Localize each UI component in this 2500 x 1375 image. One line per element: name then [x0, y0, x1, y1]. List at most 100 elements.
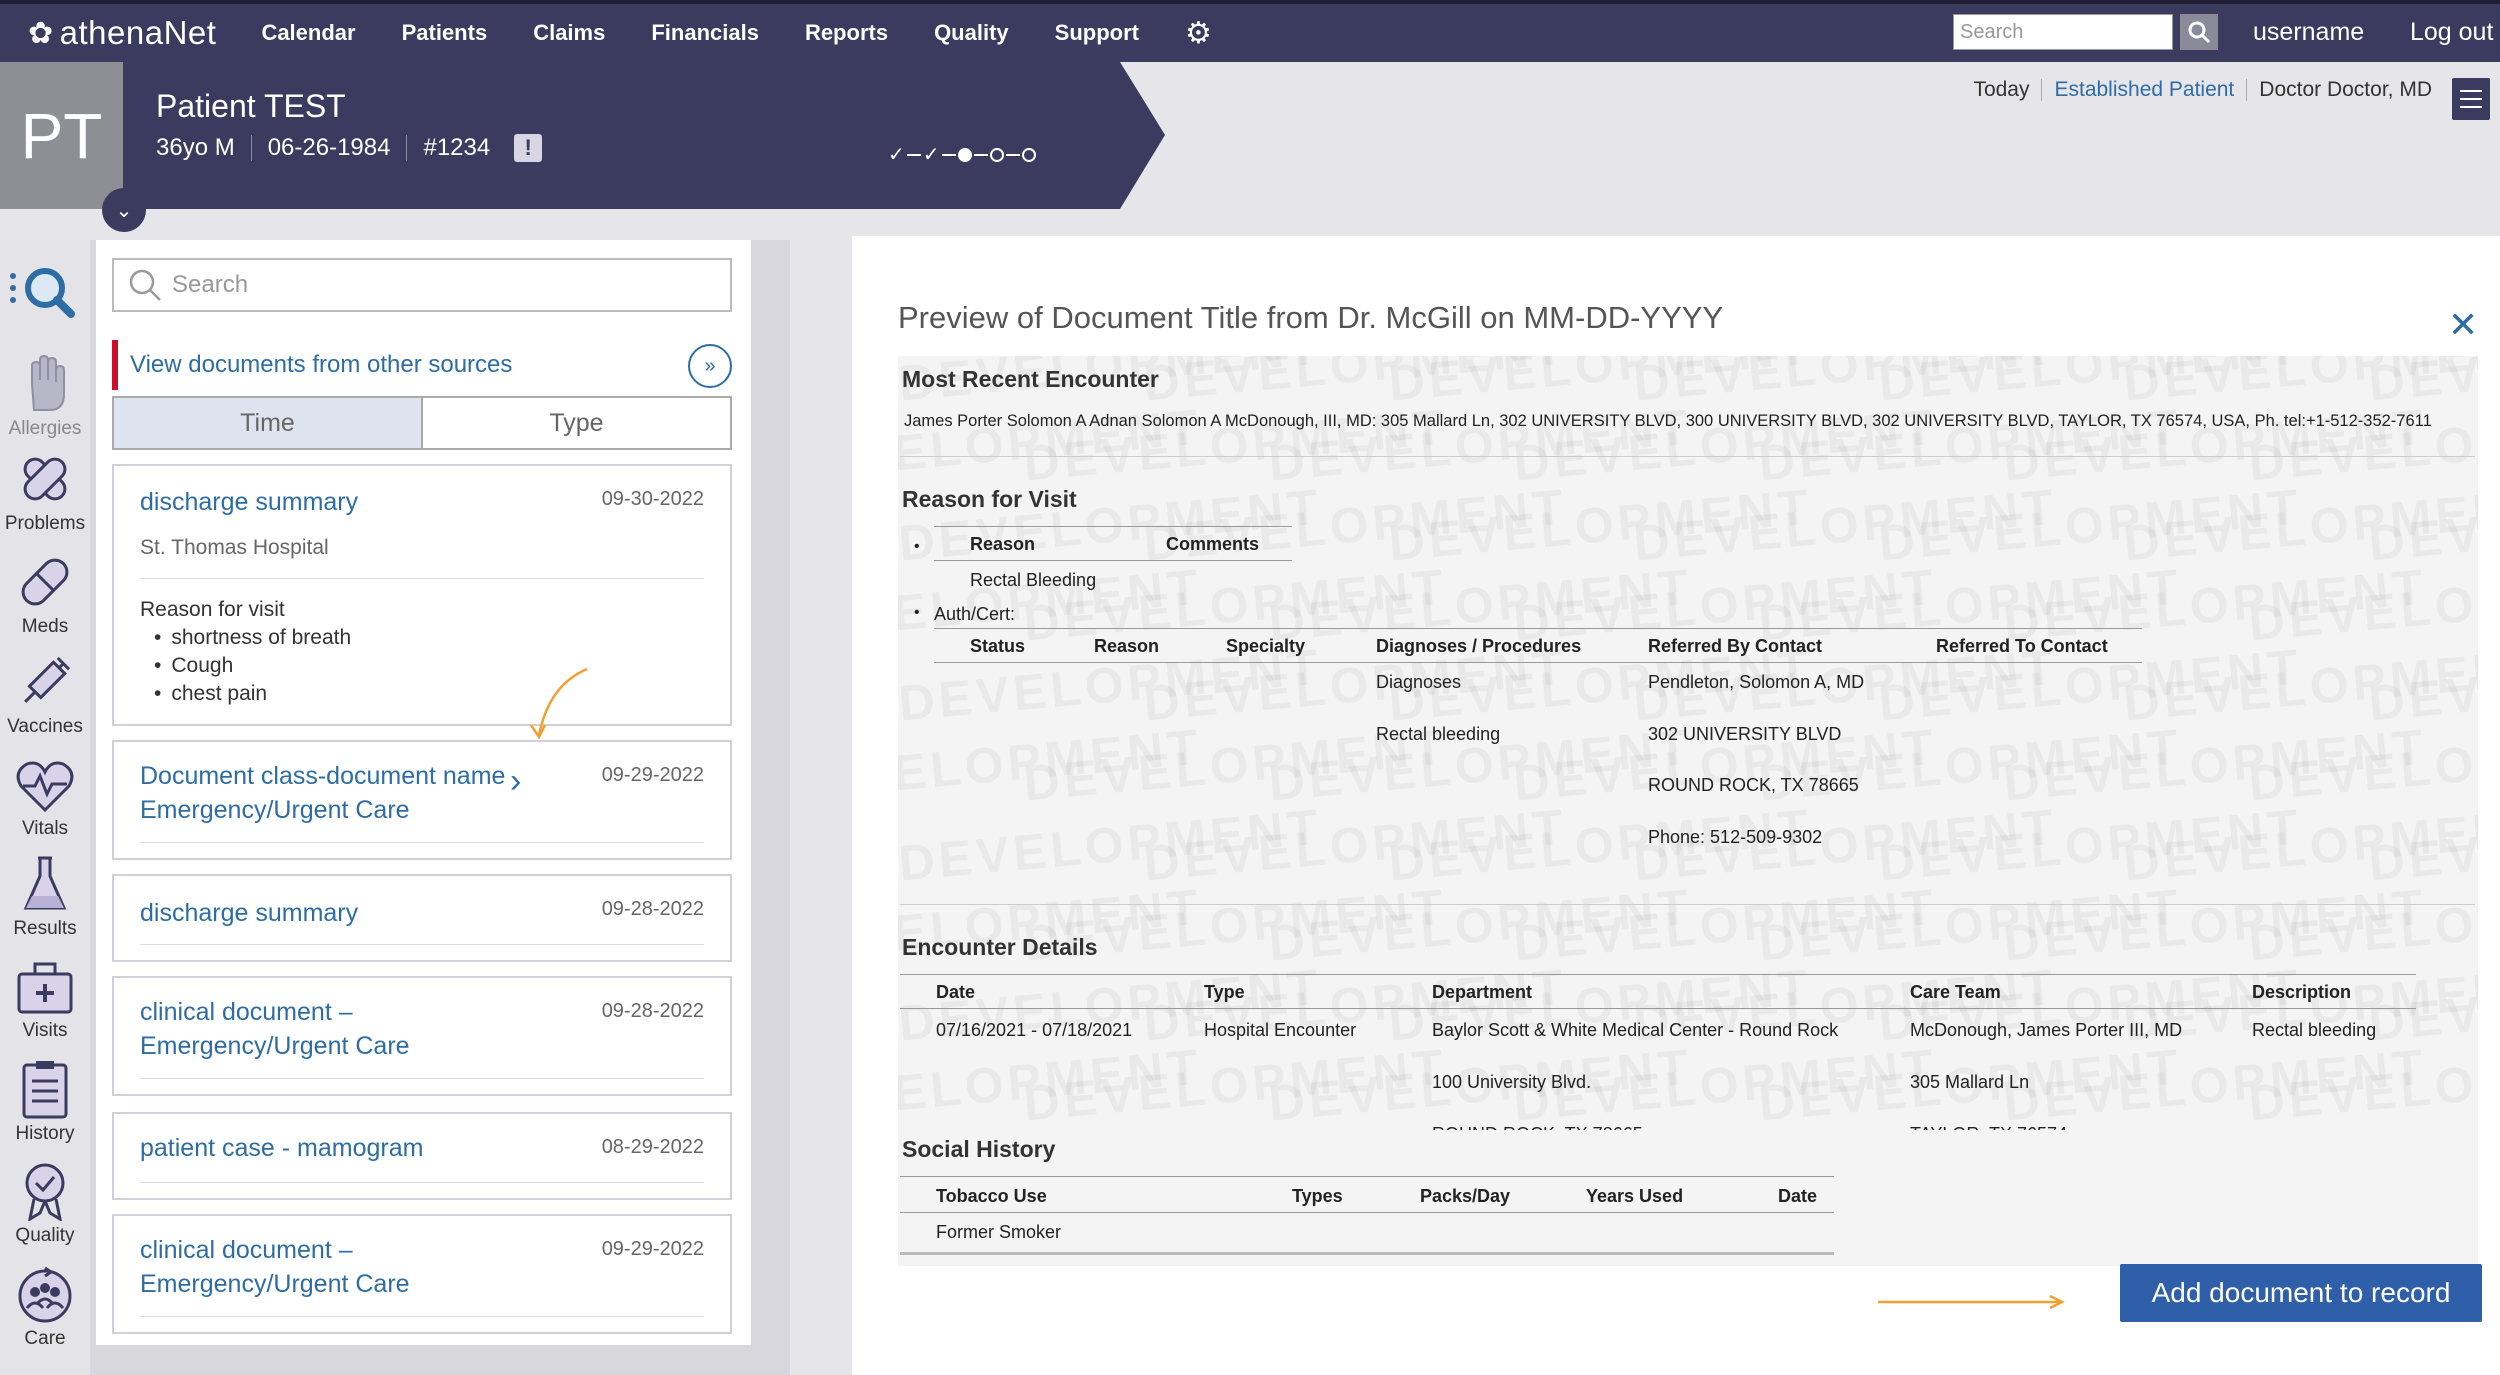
patient-name: Patient TEST	[156, 88, 346, 124]
encounter-type-link[interactable]: Established Patient	[2054, 78, 2234, 102]
bandage-icon	[23, 457, 67, 501]
annotation-arrow-icon	[1878, 1294, 2065, 1310]
watermark-text: DEVELOPMENT	[1631, 478, 2059, 573]
global-search-input[interactable]: Search	[1953, 14, 2173, 50]
check-icon: ✓	[888, 144, 905, 166]
watermark-text: DEVELOPMENT	[2121, 478, 2478, 573]
hand-icon	[31, 354, 65, 411]
alert-icon[interactable]: !	[514, 134, 543, 162]
rail-allergies[interactable]: Allergies	[0, 340, 90, 440]
menu-icon[interactable]	[2452, 78, 2490, 120]
document-title[interactable]: clinical document – Emergency/Urgent Car…	[140, 1233, 410, 1301]
nav-patients[interactable]: Patients	[402, 20, 488, 46]
document-viewer[interactable]: DEVELOPMENTDEVELOPMENTDEVELOPMENTDEVELOP…	[898, 356, 2478, 1266]
leaf-icon: ✿	[28, 16, 54, 50]
list-item: shortness of breath	[140, 624, 351, 652]
rail-vitals[interactable]: Vitals	[0, 740, 90, 840]
nav-reports[interactable]: Reports	[805, 20, 888, 46]
document-search-input[interactable]: Search	[112, 258, 732, 312]
column-header: Specialty	[1226, 636, 1306, 656]
document-date: 09-30-2022	[601, 488, 704, 510]
athenanet-logo[interactable]: ✿ athenaNet	[28, 14, 216, 52]
document-date: 09-28-2022	[601, 898, 704, 920]
nav-calendar[interactable]: Calendar	[261, 20, 355, 46]
global-search-button[interactable]	[2180, 14, 2218, 50]
document-card[interactable]: discharge summary 09-30-2022 St. Thomas …	[112, 464, 732, 726]
document-title[interactable]: clinical document – Emergency/Urgent Car…	[140, 995, 410, 1063]
rail-quality[interactable]: Quality	[0, 1147, 90, 1247]
watermark-text: DEVELOPMENT	[2246, 878, 2478, 973]
watermark-text: DEVELOPMENT	[2121, 798, 2478, 893]
watermark-text: DEVELOPMENT	[2246, 558, 2478, 653]
rail-vaccines[interactable]: Vaccines	[0, 638, 90, 738]
chevron-down-icon[interactable]: ⌄	[102, 188, 146, 232]
rail-label: Care	[24, 1328, 66, 1349]
nav-financials[interactable]: Financials	[651, 20, 759, 46]
rail-meds[interactable]: Meds	[0, 538, 90, 638]
referred-by-city: ROUND ROCK, TX 78665	[1648, 775, 1859, 795]
column-header: Care Team	[1910, 982, 2001, 1002]
watermark-text: DEVELOPMENT	[1266, 878, 1694, 973]
add-document-to-record-button[interactable]: Add document to record	[2120, 1264, 2482, 1322]
rail-care[interactable]: Care	[0, 1250, 90, 1350]
column-header: Types	[1292, 1186, 1343, 1206]
referred-by-address: 302 UNIVERSITY BLVD	[1648, 724, 1842, 744]
pill-icon	[21, 558, 69, 606]
document-card[interactable]: clinical document – Emergency/Urgent Car…	[112, 1214, 732, 1334]
document-title[interactable]: discharge summary	[140, 896, 358, 930]
document-title[interactable]: Document class-document name Emergency/U…	[140, 759, 505, 827]
watermark-text: DEVELOPMENT	[898, 1038, 1204, 1133]
username-label[interactable]: username	[2253, 18, 2364, 47]
watermark-text: DEVELOPMENT	[2366, 638, 2478, 733]
nav-quality[interactable]: Quality	[934, 20, 1009, 46]
watermark-text: DEVELOPMENT	[2001, 718, 2429, 813]
watermark-text: DEVELOPMENT	[1511, 878, 1939, 973]
document-title[interactable]: patient case - mamogram	[140, 1131, 423, 1165]
progress-step	[1021, 147, 1036, 162]
chart-search-icon[interactable]	[0, 240, 90, 340]
rail-results[interactable]: Results	[0, 840, 90, 940]
document-card[interactable]: discharge summary 09-28-2022	[112, 874, 732, 962]
document-date: 09-29-2022	[601, 764, 704, 786]
watermark-text: DEVELOPMENT	[2001, 1038, 2429, 1133]
nav-claims[interactable]: Claims	[533, 20, 605, 46]
double-chevron-right-icon[interactable]: »	[688, 344, 732, 388]
rail-label: Visits	[22, 1020, 68, 1041]
watermark-text: DEVELOPMENT	[2001, 878, 2429, 973]
rail-problems[interactable]: Problems	[0, 435, 90, 535]
column-header: Type	[1204, 982, 1245, 1002]
patient-age-sex: 36yo M	[156, 134, 235, 161]
care-team-name: McDonough, James Porter III, MD	[1910, 1020, 2183, 1040]
tab-time[interactable]: Time	[114, 398, 423, 448]
gear-icon[interactable]: ⚙	[1185, 16, 1212, 51]
document-card[interactable]: patient case - mamogram 08-29-2022	[112, 1112, 732, 1200]
patient-avatar: PT	[0, 62, 123, 209]
patient-id: #1234	[423, 134, 491, 161]
view-other-sources-link[interactable]: View documents from other sources	[112, 340, 732, 390]
nav-support[interactable]: Support	[1055, 20, 1139, 46]
column-header: Referred To Contact	[1936, 636, 2108, 656]
referred-by-name: Pendleton, Solomon A, MD	[1648, 672, 1865, 692]
watermark-text: DEVELOPMENT	[2366, 958, 2478, 1053]
logout-link[interactable]: Log out	[2410, 18, 2493, 47]
document-date: 09-29-2022	[601, 1238, 704, 1260]
rail-label: History	[15, 1123, 75, 1144]
encounter-type-value: Hospital Encounter	[1204, 1020, 1357, 1040]
rail-label: Vaccines	[7, 716, 83, 737]
document-date: 08-29-2022	[601, 1136, 704, 1158]
workflow-progress[interactable]: ✓ ✓	[888, 142, 1036, 167]
document-title[interactable]: discharge summary	[140, 485, 358, 519]
rail-history[interactable]: History	[0, 1045, 90, 1145]
watermark-text: DEVELOPMENT	[1141, 356, 1569, 412]
auth-cert-label: Auth/Cert:	[934, 604, 1016, 624]
document-card[interactable]: clinical document – Emergency/Urgent Car…	[112, 976, 732, 1096]
encounter-address-text: James Porter Solomon A Adnan Solomon A M…	[904, 412, 2432, 430]
check-icon: ✓	[922, 144, 940, 166]
rail-visits[interactable]: Visits	[0, 942, 90, 1042]
column-header: Status	[970, 636, 1026, 656]
tab-type[interactable]: Type	[423, 398, 730, 448]
document-card-selected[interactable]: Document class-document name Emergency/U…	[112, 740, 732, 860]
progress-step-current	[957, 147, 972, 162]
watermark-text: DEVELOPMENT	[1386, 356, 1814, 412]
close-icon[interactable]: ✕	[2448, 304, 2478, 346]
